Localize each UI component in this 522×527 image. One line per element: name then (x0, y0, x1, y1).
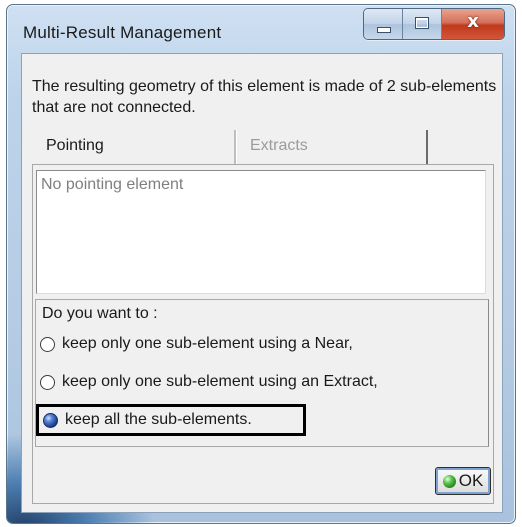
ok-button[interactable]: OK (435, 467, 491, 495)
ok-green-dot-icon (442, 474, 456, 488)
option-label: keep all the sub-elements. (65, 411, 252, 428)
caption-buttons: x (363, 8, 505, 40)
close-icon: x (467, 11, 479, 32)
option-keep-one-extract[interactable]: keep only one sub-element using an Extra… (40, 369, 378, 395)
question-label: Do you want to : (42, 305, 158, 322)
tab-panel: No pointing element Do you want to : kee… (32, 164, 494, 504)
ok-label: OK (458, 471, 484, 490)
maximize-icon (415, 17, 429, 29)
maximize-button[interactable] (403, 9, 442, 39)
option-label: keep only one sub-element using an Extra… (62, 373, 378, 390)
info-message: The resulting geometry of this element i… (32, 78, 497, 116)
tab-pointing-elements[interactable]: Pointing elements (46, 130, 111, 186)
dialog-body: The resulting geometry of this element i… (21, 53, 503, 513)
radio-checked-icon[interactable] (43, 412, 58, 428)
window-title: Multi-Result Management (23, 23, 222, 42)
title-bar[interactable]: Multi-Result Management x (7, 5, 515, 53)
options-group: Do you want to : keep only one sub-eleme… (35, 299, 489, 447)
dialog-window: Multi-Result Management x The resulting … (6, 4, 516, 524)
pointing-elements-list[interactable]: No pointing element (36, 170, 486, 294)
radio-unchecked-icon[interactable] (40, 374, 55, 390)
radio-unchecked-icon[interactable] (40, 336, 55, 352)
option-keep-one-near[interactable]: keep only one sub-element using a Near, (40, 331, 353, 357)
minimize-icon (377, 27, 391, 33)
tab-divider (234, 130, 237, 164)
minimize-button[interactable] (364, 9, 403, 39)
option-label: keep only one sub-element using a Near, (62, 335, 353, 352)
empty-list-text: No pointing element (41, 176, 184, 193)
option-keep-all[interactable]: keep all the sub-elements. (36, 404, 306, 436)
close-button[interactable]: x (442, 9, 504, 39)
tab-extracts-and-nears[interactable]: Extracts and Nears (250, 130, 308, 218)
tab-divider (426, 130, 428, 164)
